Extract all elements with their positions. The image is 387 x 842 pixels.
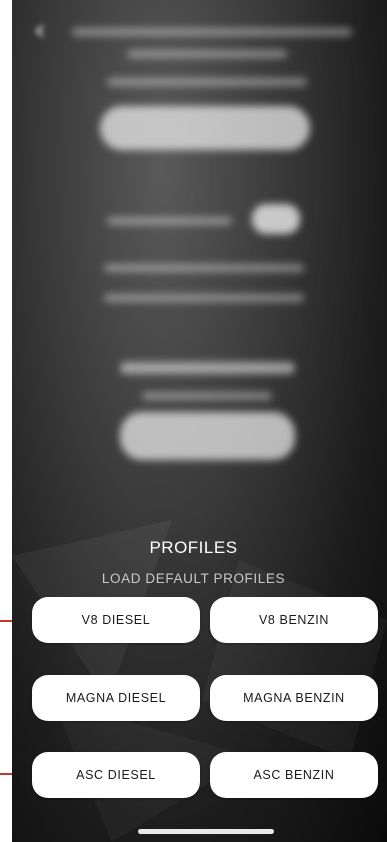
v8-diesel-button[interactable]: V8 DIESEL — [32, 597, 200, 643]
blurred-text — [107, 217, 232, 225]
button-label: ASC BENZIN — [253, 768, 335, 782]
blurred-text — [107, 78, 307, 86]
magna-diesel-button[interactable]: MAGNA DIESEL — [32, 675, 200, 721]
asc-benzin-button[interactable]: ASC BENZIN — [210, 752, 378, 798]
profiles-title: PROFILES — [149, 538, 238, 557]
button-label: MAGNA DIESEL — [65, 691, 167, 705]
blurred-button — [120, 412, 295, 460]
button-label: V8 DIESEL — [81, 613, 151, 627]
asc-diesel-button[interactable]: ASC DIESEL — [32, 752, 200, 798]
blurred-settings-area — [12, 0, 387, 520]
blurred-toggle — [252, 204, 300, 234]
blurred-text — [72, 28, 352, 36]
home-indicator[interactable] — [138, 829, 274, 834]
profiles-subtitle: LOAD DEFAULT PROFILES — [101, 571, 286, 586]
button-label: MAGNA BENZIN — [243, 691, 345, 705]
button-label: V8 BENZIN — [259, 613, 329, 627]
background-shard — [202, 560, 387, 760]
blurred-text — [142, 392, 272, 400]
blurred-button — [100, 106, 310, 150]
blurred-heading — [120, 362, 295, 374]
blurred-text — [127, 50, 287, 58]
v8-benzin-button[interactable]: V8 BENZIN — [210, 597, 378, 643]
magna-benzin-button[interactable]: MAGNA BENZIN — [210, 675, 378, 721]
button-label: ASC DIESEL — [76, 768, 156, 782]
blurred-text — [104, 294, 304, 302]
blurred-text — [104, 264, 304, 272]
